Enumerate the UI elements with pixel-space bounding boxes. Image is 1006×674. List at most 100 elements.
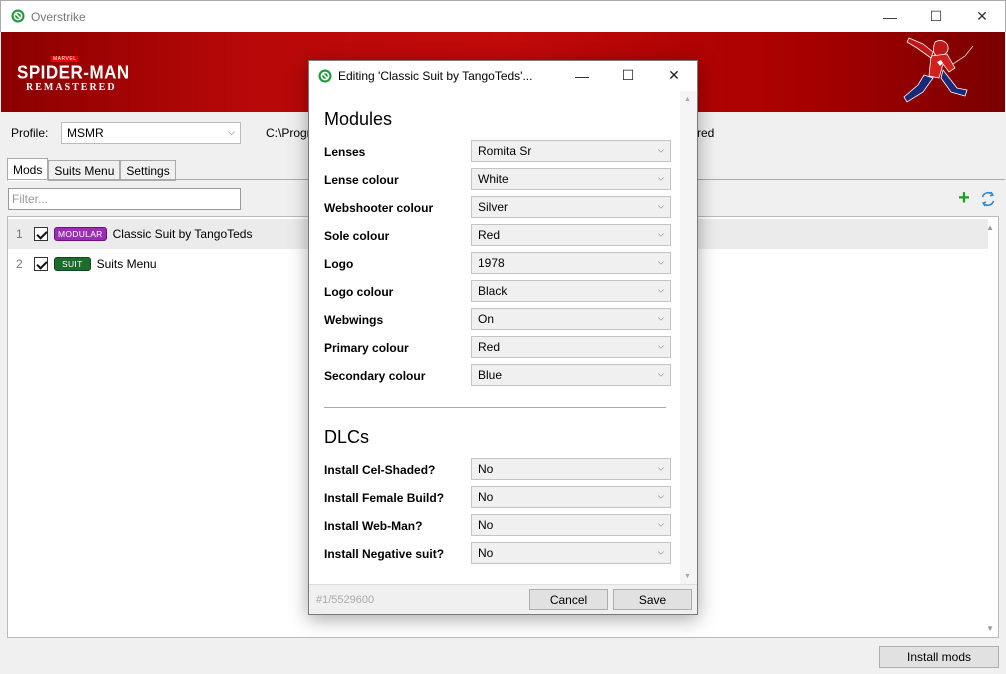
secondary-colour-select[interactable]: Blue ⌵ [471,364,671,386]
select-value: No [478,546,494,560]
tab-suits-menu[interactable]: Suits Menu [48,160,121,181]
dialog-title: Editing 'Classic Suit by TangoTeds'... [338,69,533,83]
dialog-footer: #1/5529600 Cancel Save [309,584,697,614]
select-value: On [478,312,495,326]
select-value: Blue [478,368,503,382]
dialog-minimize-button[interactable]: — [559,61,605,90]
select-value: Red [478,228,501,242]
webshooter-colour-label: Webshooter colour [324,201,434,215]
webwings-select[interactable]: On ⌵ [471,308,671,330]
chevron-down-icon: ⌵ [228,126,235,137]
spider-man-logo: MARVEL SPIDER-MAN REMASTERED [17,49,130,93]
close-button[interactable]: ✕ [959,1,1005,32]
install-female-build-select[interactable]: No ⌵ [471,486,671,508]
dialog-body: Modules Lenses Romita Sr ⌵ Lense colour W… [309,91,697,584]
install-cel-shaded-select[interactable]: No ⌵ [471,458,671,480]
chevron-down-icon: ⌵ [657,369,664,379]
scroll-down-arrow-icon[interactable]: ▼ [684,573,691,580]
spider-man-figure-icon [903,37,974,103]
mod-enabled-checkbox[interactable] [34,227,48,241]
filter-input[interactable]: Filter... [8,188,241,210]
logo-title: SPIDER-MAN [17,62,130,83]
chevron-down-icon: ⌵ [657,547,664,557]
mod-name: Classic Suit by TangoTeds [112,227,253,241]
maximize-button[interactable]: ☐ [913,1,959,32]
lenses-label: Lenses [324,145,366,159]
dialog-scrollbar[interactable]: ▲ ▼ [680,91,697,584]
window-title: Overstrike [31,10,86,24]
profile-label: Profile: [11,126,49,140]
select-value: No [478,490,494,504]
chevron-down-icon: ⌵ [657,173,664,183]
install-negative-suit-label: Install Negative suit? [324,547,445,561]
select-value: Romita Sr [478,144,532,158]
primary-colour-select[interactable]: Red ⌵ [471,336,671,358]
lenses-select[interactable]: Romita Sr ⌵ [471,140,671,162]
select-value: No [478,518,494,532]
section-divider [324,407,666,408]
chevron-down-icon: ⌵ [657,201,664,211]
mod-index: 1 [16,227,23,241]
game-path-status-text: red [697,126,715,140]
scroll-up-arrow-icon[interactable]: ▲ [684,96,691,103]
refresh-icon[interactable] [979,190,997,208]
select-value: Red [478,340,501,354]
chevron-down-icon: ⌵ [657,313,664,323]
overstrike-app-icon [11,9,25,23]
profile-select-value: MSMR [67,126,104,140]
tab-settings[interactable]: Settings [120,160,176,181]
logo-select[interactable]: 1978 ⌵ [471,252,671,274]
select-value: Black [478,284,508,298]
install-cel-shaded-label: Install Cel-Shaded? [324,463,436,477]
dialog-maximize-button[interactable]: ☐ [605,61,651,90]
cancel-button[interactable]: Cancel [529,589,608,610]
mod-enabled-checkbox[interactable] [34,257,48,271]
logo-colour-label: Logo colour [324,285,394,299]
chevron-down-icon: ⌵ [657,229,664,239]
chevron-down-icon: ⌵ [657,341,664,351]
dialog-close-button[interactable]: ✕ [651,61,697,90]
primary-colour-label: Primary colour [324,341,409,355]
chevron-down-icon: ⌵ [657,463,664,473]
mod-type-badge: SUIT [54,257,91,271]
install-mods-button[interactable]: Install mods [879,646,999,668]
add-mod-icon[interactable]: + [955,188,973,208]
mod-index: 2 [16,257,23,271]
edit-mod-dialog: Editing 'Classic Suit by TangoTeds'... —… [308,60,698,615]
select-value: 1978 [478,256,505,270]
chevron-down-icon: ⌵ [657,491,664,501]
secondary-colour-label: Secondary colour [324,369,426,383]
mod-type-badge: MODULAR [54,227,107,241]
minimize-button[interactable]: — [867,1,913,32]
dlcs-heading: DLCs [324,427,370,447]
webshooter-colour-select[interactable]: Silver ⌵ [471,196,671,218]
sole-colour-select[interactable]: Red ⌵ [471,224,671,246]
install-web-man-select[interactable]: No ⌵ [471,514,671,536]
scroll-up-arrow-icon[interactable]: ▲ [986,223,994,232]
logo-subtitle: REMASTERED [26,82,117,93]
main-tabs: Mods Suits Menu Settings [7,158,176,181]
lense-colour-label: Lense colour [324,173,399,187]
mod-id-text: #1/5529600 [316,594,375,606]
chevron-down-icon: ⌵ [657,145,664,155]
modules-heading: Modules [324,109,393,129]
mod-name: Suits Menu [96,257,157,271]
logo-label: Logo [324,257,354,271]
logo-colour-select[interactable]: Black ⌵ [471,280,671,302]
install-negative-suit-select[interactable]: No ⌵ [471,542,671,564]
install-web-man-label: Install Web-Man? [324,519,423,533]
save-button[interactable]: Save [613,589,692,610]
game-path-text: C:\Progr [266,126,311,140]
select-value: White [478,172,509,186]
install-female-build-label: Install Female Build? [324,491,445,505]
webwings-label: Webwings [324,313,384,327]
profile-select[interactable]: MSMR ⌵ [61,122,241,144]
scroll-down-arrow-icon[interactable]: ▼ [986,624,994,633]
lense-colour-select[interactable]: White ⌵ [471,168,671,190]
tab-mods[interactable]: Mods [7,158,49,181]
select-value: No [478,462,494,476]
overstrike-app-icon [318,69,332,83]
select-value: Silver [478,200,509,214]
chevron-down-icon: ⌵ [657,519,664,529]
chevron-down-icon: ⌵ [657,285,664,295]
